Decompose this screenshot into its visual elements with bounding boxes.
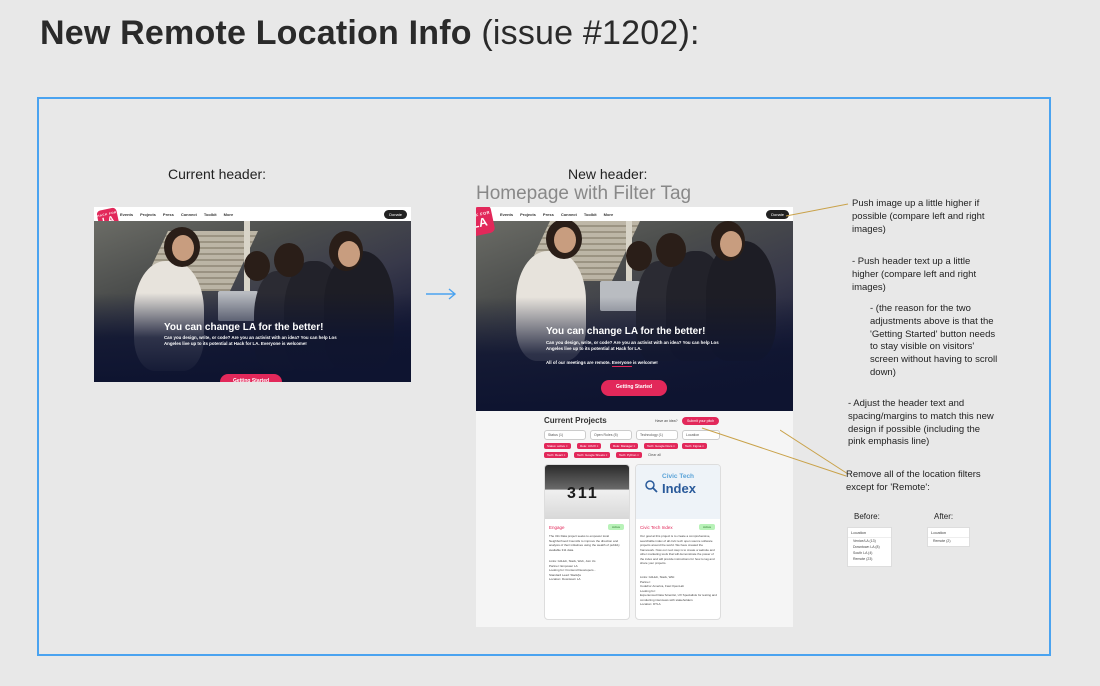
project-meta: Links: GitHub, Slack, Wiki Partner: Code… <box>640 575 717 606</box>
project-image-caption: Civic Tech <box>662 473 695 480</box>
after-label: After: <box>934 512 954 521</box>
filter-chip[interactable]: Tech: Google Docs × <box>644 443 678 449</box>
status-badge: Active <box>699 524 716 530</box>
pink-emphasis-line <box>612 366 632 367</box>
getting-started-button[interactable]: Getting Started <box>220 374 282 382</box>
nav-item-connect[interactable]: Connect <box>181 212 197 217</box>
hero-body: Can you design, write, or code? Are you … <box>546 340 719 352</box>
project-card-civic-tech-index[interactable]: Civic Tech Index Civic Tech Index Active… <box>635 464 721 620</box>
before-label: Before: <box>854 512 880 521</box>
current-hero: You can change LA for the better! Can yo… <box>94 221 411 382</box>
logo-big-text: LA <box>476 214 489 232</box>
note-location-filters: Remove all of the location filters excep… <box>846 469 981 493</box>
dropdown-title: Location <box>928 528 969 538</box>
current-header-mockup: Events Projects Press Connect Toolkit Mo… <box>94 207 411 382</box>
annotation-connector-location <box>701 427 847 477</box>
getting-started-button[interactable]: Getting Started <box>601 380 667 396</box>
nav-item-connect[interactable]: Connect <box>561 212 577 217</box>
filter-chip[interactable]: Tech: Python × <box>616 452 642 458</box>
current-header-label: Current header: <box>168 166 267 182</box>
new-nav: Events Projects Press Connect Toolkit Mo… <box>476 207 793 221</box>
hero-head-3 <box>274 243 304 277</box>
project-image-text: Index <box>662 481 696 496</box>
magnifier-icon <box>644 479 658 493</box>
technology-select[interactable]: Technology (1) <box>636 430 678 440</box>
project-name[interactable]: Civic Tech Index <box>640 525 673 530</box>
filter-chip[interactable]: Tech: Google Sheets × <box>574 452 611 458</box>
project-name[interactable]: Engage <box>549 525 565 530</box>
status-badge: Active <box>608 524 625 530</box>
nav-item-events[interactable]: Events <box>120 212 133 217</box>
hero-head-2 <box>626 241 652 271</box>
hero-body: Can you design, write, or code? Are you … <box>164 335 337 347</box>
filter-chip[interactable]: Role: UI/UX × <box>577 443 602 449</box>
page-title-issue: (issue #1202): <box>481 14 700 52</box>
hero-headline: You can change LA for the better! <box>546 326 706 337</box>
note-reason: - (the reason for the two adjustments ab… <box>870 303 998 379</box>
project-description: The 311 Data project seeks to empower lo… <box>549 534 620 552</box>
connector-line-1 <box>785 203 849 217</box>
nav-item-toolkit[interactable]: Toolkit <box>204 212 217 217</box>
nav-item-toolkit[interactable]: Toolkit <box>584 212 597 217</box>
hero-head-3 <box>656 233 686 267</box>
projects-title: Current Projects <box>544 416 607 425</box>
nav-item-projects[interactable]: Projects <box>520 212 536 217</box>
status-select[interactable]: Status (1) <box>544 430 586 440</box>
roles-select[interactable]: Open Roles (5) <box>590 430 632 440</box>
hero-face-1 <box>554 227 576 253</box>
project-card-engage[interactable]: 311 Engage Active The 311 Data project s… <box>544 464 630 620</box>
nav-item-press[interactable]: Press <box>543 212 554 217</box>
new-header-subtitle: Homepage with Filter Tag <box>476 183 692 204</box>
new-header-mockup: Events Projects Press Connect Toolkit Mo… <box>476 207 793 627</box>
nav-item-projects[interactable]: Projects <box>140 212 156 217</box>
project-image-text: 311 <box>567 485 599 502</box>
new-header-label: New header: <box>568 166 648 182</box>
nav-item-more[interactable]: More <box>224 212 234 217</box>
note-adjust-spacing: - Adjust the header text and spacing/mar… <box>848 398 994 448</box>
arrow-right-icon <box>425 286 457 302</box>
location-dropdown-before: Location Venice/LA (13) Downtown LA (8) … <box>847 527 892 567</box>
hero-face-4 <box>338 241 360 267</box>
nav-item-events[interactable]: Events <box>500 212 513 217</box>
new-hero: You can change LA for the better! Can yo… <box>476 221 793 411</box>
nav-item-more[interactable]: More <box>604 212 614 217</box>
dropdown-title: Location <box>848 528 891 538</box>
note-push-image: Push image up a little higher if possibl… <box>852 198 985 235</box>
page-title-main: New Remote Location Info <box>40 14 472 52</box>
current-nav: Events Projects Press Connect Toolkit Mo… <box>94 207 411 221</box>
location-dropdown-after: Location Remote (2) <box>927 527 970 547</box>
filter-chip[interactable]: Role: Manager × <box>610 443 639 449</box>
dropdown-option[interactable]: Remote (23) <box>848 556 891 562</box>
hero-remote-line: All of our meetings are remote. Everyone… <box>546 360 658 365</box>
note-push-text: - Push header text up a little higher (c… <box>852 256 977 293</box>
have-idea-text: Have an idea? <box>655 419 678 423</box>
project-description: Our goal at this project is to create a … <box>640 534 715 565</box>
filter-chip[interactable]: Tech: React × <box>544 452 569 458</box>
project-meta: Links: GitHub, Slack, Web, Join Us Partn… <box>549 559 597 581</box>
filter-chip[interactable]: Status: active × <box>544 443 571 449</box>
page-title: New Remote Location Info (issue #1202): <box>40 14 700 53</box>
hero-headline: You can change LA for the better! <box>164 322 324 333</box>
hero-head-2 <box>244 251 270 281</box>
clear-all-link[interactable]: Clear all <box>648 453 661 457</box>
hero-face-4 <box>720 231 742 257</box>
hero-face-1 <box>172 235 194 261</box>
connector-line-location <box>701 427 847 477</box>
nav-item-press[interactable]: Press <box>163 212 174 217</box>
donate-button[interactable]: Donate <box>384 209 407 219</box>
dropdown-option[interactable]: Remote (2) <box>928 538 969 544</box>
